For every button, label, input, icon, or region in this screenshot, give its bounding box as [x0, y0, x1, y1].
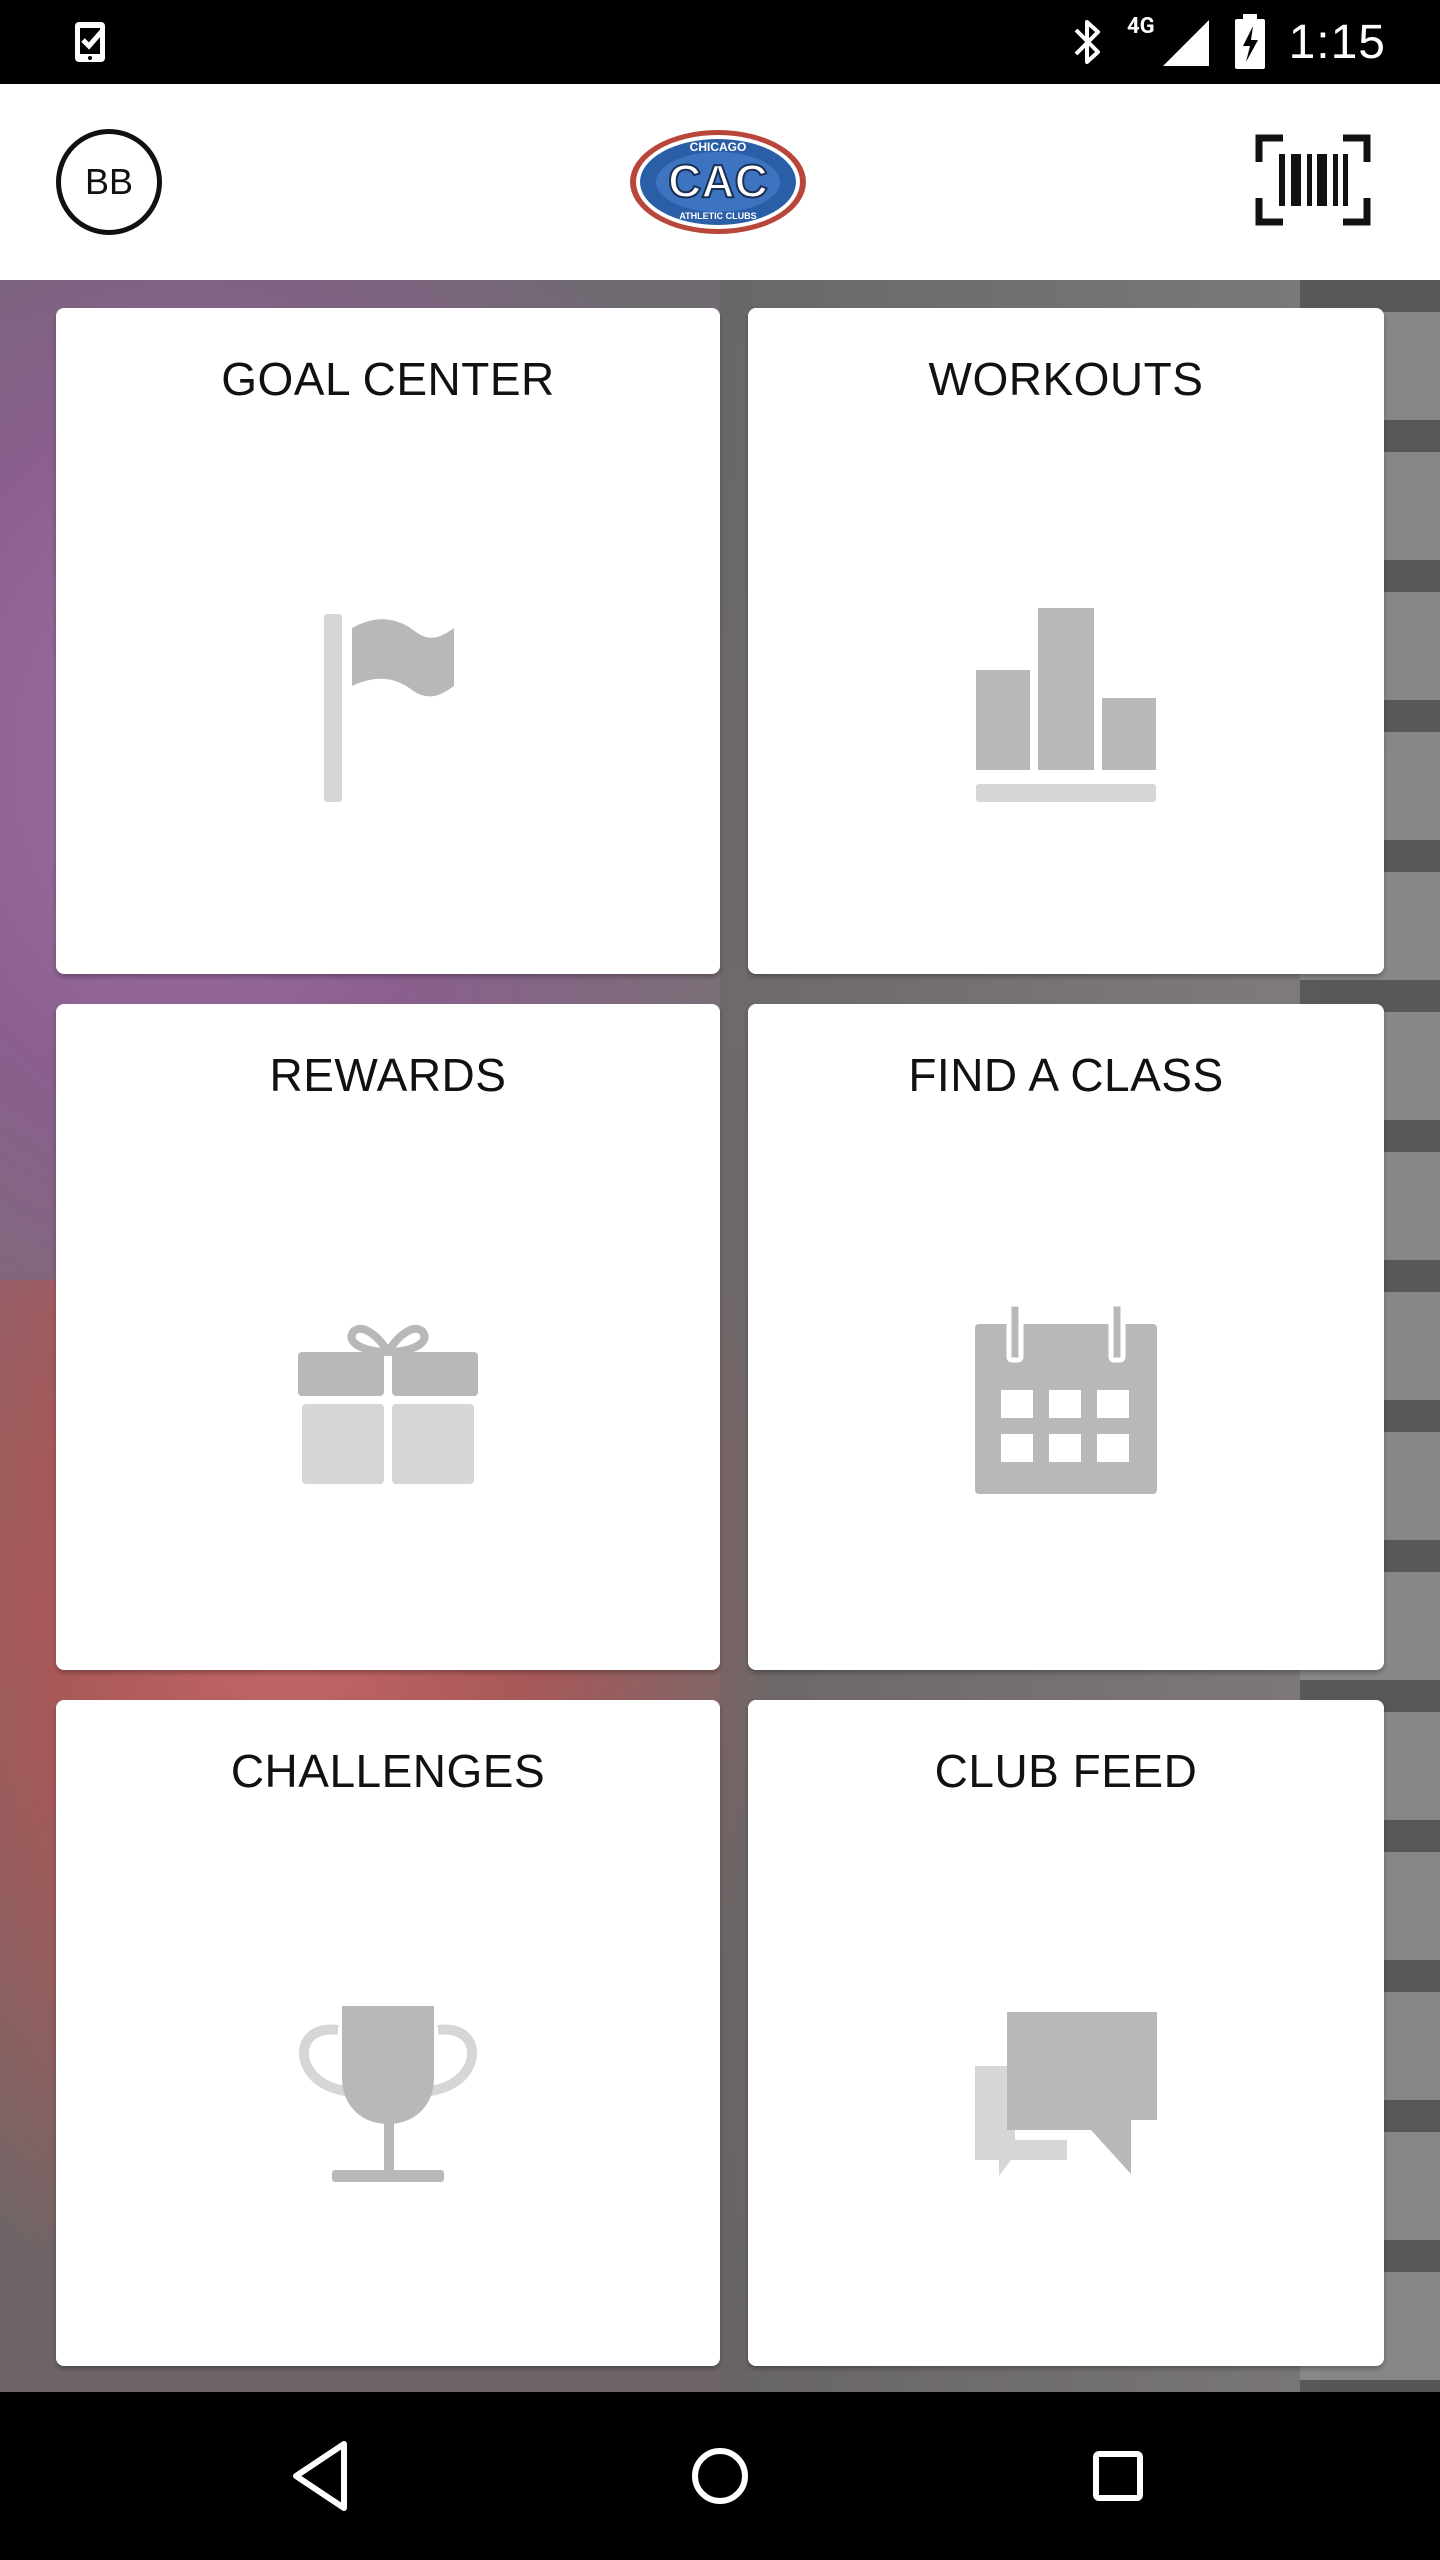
barcode-scan-icon[interactable]	[1255, 134, 1371, 226]
tile-title: CLUB FEED	[934, 1745, 1198, 1797]
status-right-group: 4G 1:15	[1071, 0, 1386, 84]
tile-title: FIND A CLASS	[908, 1049, 1224, 1101]
avatar-initials: BB	[84, 161, 134, 202]
task-check-icon	[75, 22, 105, 62]
back-icon[interactable]	[282, 2436, 362, 2516]
tile-rewards[interactable]: REWARDS	[56, 1004, 720, 1670]
network-type-label: 4G	[1126, 13, 1155, 39]
bar-chart-icon	[976, 608, 1156, 802]
trophy-icon	[299, 2006, 477, 2182]
status-bar: 4G 1:15	[0, 0, 1440, 84]
logo-top-text: CHICAGO	[690, 140, 747, 154]
profile-avatar[interactable]: BB	[56, 129, 162, 235]
home-icon[interactable]	[680, 2436, 760, 2516]
tile-find-a-class[interactable]: FIND A CLASS	[748, 1004, 1384, 1670]
system-nav-bar	[0, 2392, 1440, 2560]
flag-icon	[324, 614, 454, 802]
logo-bottom-text: ATHLETIC CLUBS	[679, 211, 756, 221]
calendar-icon	[975, 1304, 1157, 1494]
logo-main-text: CAC	[668, 155, 768, 207]
signal-icon	[1162, 20, 1209, 66]
tile-club-feed[interactable]: CLUB FEED	[748, 1700, 1384, 2366]
cac-logo[interactable]: CHICAGO CAC ATHLETIC CLUBS	[628, 127, 808, 237]
bluetooth-icon	[1074, 20, 1100, 64]
tile-challenges[interactable]: CHALLENGES	[56, 1700, 720, 2366]
chat-bubbles-icon	[975, 2012, 1157, 2176]
recents-icon[interactable]	[1078, 2436, 1158, 2516]
tile-title: REWARDS	[269, 1049, 507, 1101]
gift-icon	[298, 1324, 478, 1484]
app-header: BB CHICAGO CAC ATHLETIC CLUBS	[0, 84, 1440, 280]
tile-title: WORKOUTS	[928, 353, 1204, 405]
tile-goal-center[interactable]: GOAL CENTER	[56, 308, 720, 974]
tile-title: CHALLENGES	[230, 1745, 546, 1797]
clock-time: 1:15	[1288, 15, 1386, 69]
battery-charging-icon	[1234, 14, 1265, 69]
tile-title: GOAL CENTER	[221, 353, 555, 405]
tile-workouts[interactable]: WORKOUTS	[748, 308, 1384, 974]
